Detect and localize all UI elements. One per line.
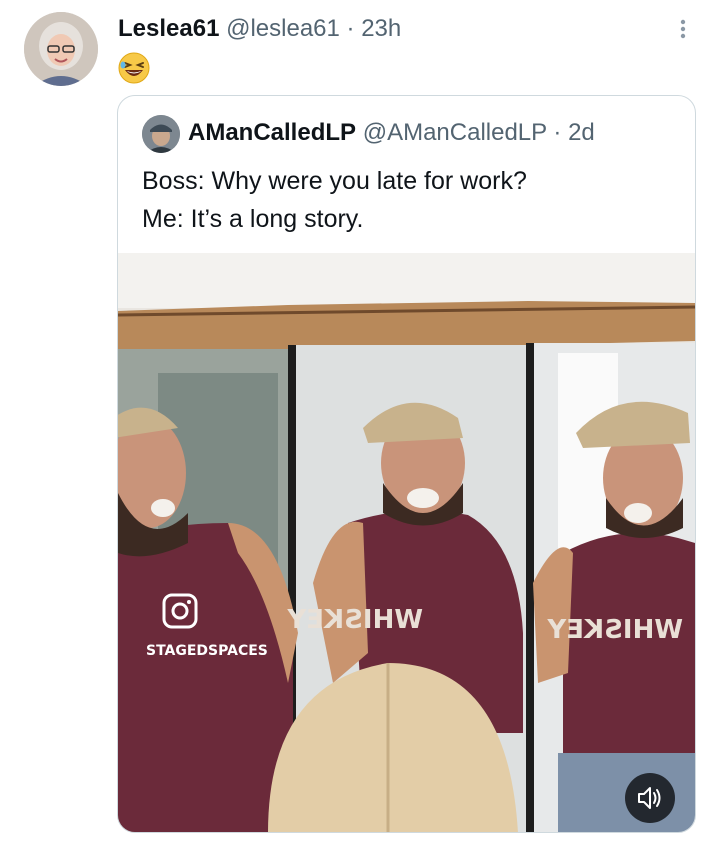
speaker-icon [638,787,661,809]
quoted-tweet-card[interactable]: AManCalledLP @AManCalledLP · 2d Boss: Wh… [117,95,696,833]
more-vertical-icon [680,19,686,39]
quoted-separator-dot: · [553,119,562,146]
quoted-profile-photo [142,115,180,153]
tweet-header: Leslea61 @leslea61 · 23h [118,14,401,44]
quoted-tweet-header: AManCalledLP @AManCalledLP · 2d [188,118,595,148]
quoted-tweet-text: Boss: Why were you late for work? Me: It… [142,162,527,238]
profile-photo [24,12,98,86]
video-frame: WHISKEY WHISKEY STAGEDSPACES [118,253,695,832]
laughing-emoji-icon [118,52,150,84]
video-media[interactable]: WHISKEY WHISKEY STAGEDSPACES [118,253,695,832]
author-handle[interactable]: @leslea61 [226,15,340,42]
mute-toggle-button[interactable] [625,773,675,823]
shirt-text-center: WHISKEY [286,605,423,635]
watermark-text: STAGEDSPACES [146,643,268,659]
quoted-tweet-time[interactable]: 2d [568,119,595,146]
tweet-time[interactable]: 23h [361,15,401,42]
tweet-body-emoji [118,52,150,84]
author-avatar[interactable] [24,12,98,86]
quoted-author-avatar[interactable] [142,115,180,153]
quoted-text-line: Boss: Why were you late for work? [142,167,527,195]
quoted-author-handle[interactable]: @AManCalledLP [363,119,547,146]
more-options-button[interactable] [672,14,694,44]
separator-dot: · [346,15,355,42]
shirt-text-right: WHISKEY [546,615,683,645]
quoted-author-name[interactable]: AManCalledLP [188,119,356,146]
author-name[interactable]: Leslea61 [118,15,219,42]
quoted-text-line: Me: It’s a long story. [142,205,364,233]
